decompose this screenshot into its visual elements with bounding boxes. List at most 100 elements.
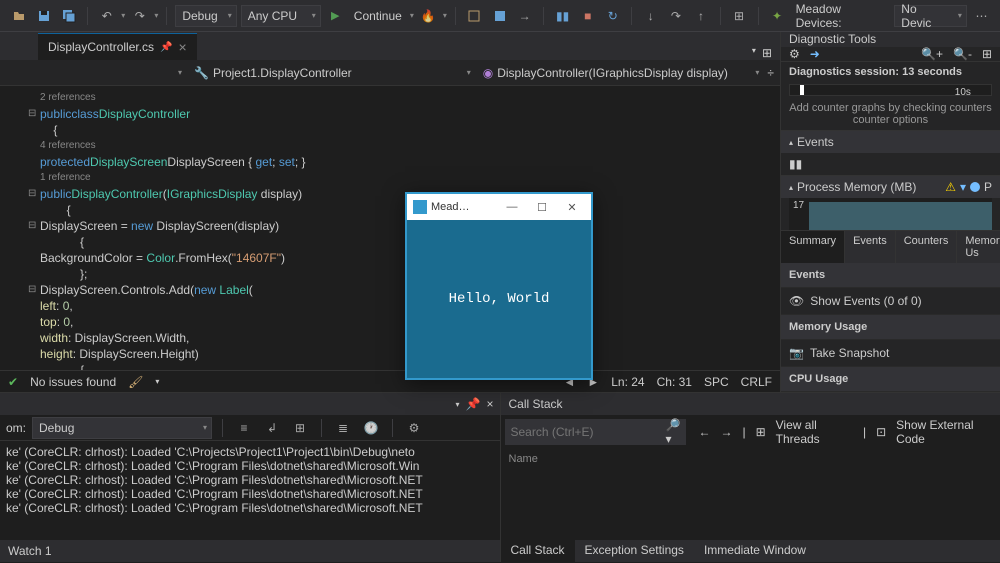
tab-callstack[interactable]: Call Stack: [501, 540, 575, 562]
step-out-icon[interactable]: ↑: [690, 5, 711, 27]
clear-icon[interactable]: ≡: [233, 417, 255, 439]
char-indicator[interactable]: Ch: 31: [657, 375, 692, 389]
save-all-icon[interactable]: [58, 5, 79, 27]
take-snapshot-link[interactable]: 📷Take Snapshot: [781, 340, 1000, 367]
pause-icon[interactable]: ▮▮: [552, 5, 573, 27]
tab-events[interactable]: Events: [845, 231, 896, 263]
session-label: Diagnostics session: 13 seconds: [781, 62, 1000, 82]
nav-member[interactable]: ◉ DisplayController(IGraphicsDisplay dis…: [479, 64, 764, 82]
nav-project[interactable]: [6, 66, 186, 79]
memory-section: Memory Usage: [781, 315, 1000, 340]
eol-indicator[interactable]: CRLF: [741, 375, 772, 389]
line-indicator[interactable]: Ln: 24: [611, 375, 644, 389]
column-name[interactable]: Name: [501, 449, 1000, 469]
tab-counters[interactable]: Counters: [896, 231, 958, 263]
continue-label[interactable]: Continue: [354, 9, 402, 23]
search-input[interactable]: [511, 425, 666, 439]
issues-label[interactable]: No issues found: [30, 375, 116, 389]
maximize-icon[interactable]: ☐: [529, 194, 555, 220]
threads-icon[interactable]: ⊞: [756, 425, 766, 439]
tab-memory[interactable]: Memory Us: [957, 231, 1000, 263]
forward-icon[interactable]: →: [720, 425, 732, 439]
hot-reload-icon[interactable]: 🔥: [418, 5, 439, 27]
restart-icon[interactable]: ↻: [602, 5, 623, 27]
stop-icon[interactable]: ■: [577, 5, 598, 27]
wrap-icon[interactable]: ↲: [261, 417, 283, 439]
app-icon: [413, 200, 427, 214]
tab-summary[interactable]: Summary: [781, 231, 845, 263]
step-into-icon[interactable]: ↓: [640, 5, 661, 27]
tab-filename: DisplayController.cs: [48, 40, 154, 54]
close-icon[interactable]: ×: [486, 397, 493, 411]
step-over-icon[interactable]: ↷: [665, 5, 686, 27]
events-header[interactable]: Events: [781, 131, 1000, 153]
code-editor[interactable]: 2 references ⊟ public class DisplayContr…: [0, 86, 780, 370]
tool-icon[interactable]: ≣: [332, 417, 354, 439]
indent-indicator[interactable]: SPC: [704, 375, 729, 389]
pause-icon[interactable]: ▮▮: [789, 157, 802, 171]
tab-exception[interactable]: Exception Settings: [575, 540, 694, 562]
external-icon[interactable]: ⊡: [876, 425, 886, 439]
gear-icon[interactable]: ⚙: [403, 417, 425, 439]
app-title: Mead…: [431, 201, 495, 213]
show-events-link[interactable]: 👁Show Events (0 of 0): [781, 288, 1000, 315]
from-label: om:: [6, 421, 26, 435]
tool-icon-3[interactable]: ⊞: [728, 5, 749, 27]
callstack-title: Call Stack: [501, 393, 1000, 415]
close-icon[interactable]: ×: [179, 39, 187, 55]
threads-label[interactable]: View all Threads: [776, 418, 853, 446]
external-label[interactable]: Show External Code: [896, 418, 992, 446]
zoom-in-icon[interactable]: 🔍+: [921, 47, 943, 61]
continue-button[interactable]: ▶: [325, 5, 346, 27]
clock-icon[interactable]: 🕐: [360, 417, 382, 439]
output-source-dropdown[interactable]: Debug: [32, 417, 212, 439]
nav-class[interactable]: 🔧 Project1.DisplayController: [190, 64, 475, 82]
output-panel: ▾ 📌 × om: Debug ≡ ↲ ⊞ ≣ 🕐 ⚙ ke' (CoreCLR…: [0, 393, 501, 562]
more-icon[interactable]: ⋯: [971, 5, 992, 27]
open-icon[interactable]: [8, 5, 29, 27]
split-icon[interactable]: ÷: [767, 66, 774, 80]
tab-immediate[interactable]: Immediate Window: [694, 540, 816, 562]
tool-icon-1[interactable]: [464, 5, 485, 27]
callstack-panel: Call Stack 🔎▾ ← → | ⊞ View all Threads |…: [501, 393, 1000, 562]
file-tab[interactable]: DisplayController.cs 📌 ×: [38, 33, 197, 60]
memory-header[interactable]: Process Memory (MB) ⚠ ▾ P: [781, 176, 1000, 198]
reset-zoom-icon[interactable]: ⊞: [982, 47, 992, 61]
brush-icon[interactable]: 🖌: [128, 375, 143, 389]
search-icon[interactable]: 🔎▾: [666, 418, 681, 446]
undo-icon[interactable]: ↶: [96, 5, 117, 27]
output-text[interactable]: ke' (CoreCLR: clrhost): Loaded 'C:\Proje…: [0, 441, 500, 540]
meadow-label: Meadow Devices:: [796, 2, 887, 30]
back-icon[interactable]: ←: [698, 425, 710, 439]
window-split-icon[interactable]: ⊞: [762, 46, 772, 60]
panel-dropdown-icon[interactable]: ▾: [456, 400, 460, 409]
platform-dropdown[interactable]: Any CPU: [241, 5, 321, 27]
step-icon[interactable]: →: [514, 5, 535, 27]
tool-icon-2[interactable]: [489, 5, 510, 27]
tool-icon[interactable]: ⊞: [289, 417, 311, 439]
meadow-icon: ✦: [766, 5, 787, 27]
pin-icon[interactable]: 📌: [466, 397, 481, 411]
close-icon[interactable]: ✕: [559, 194, 585, 220]
nav-bar: 🔧 Project1.DisplayController ◉ DisplayCo…: [0, 60, 780, 86]
save-icon[interactable]: [33, 5, 54, 27]
zoom-out-icon[interactable]: 🔍-: [953, 47, 972, 61]
watch-tab[interactable]: Watch 1: [0, 540, 500, 562]
arrow-right-icon[interactable]: ➜: [810, 47, 820, 61]
diag-title: Diagnostic Tools: [781, 32, 1000, 47]
config-dropdown[interactable]: Debug: [175, 5, 236, 27]
redo-icon[interactable]: ↷: [129, 5, 150, 27]
memory-chart[interactable]: 17: [789, 198, 992, 230]
events-section: Events: [781, 263, 1000, 288]
minimize-icon[interactable]: —: [499, 194, 525, 220]
callstack-search[interactable]: 🔎▾: [505, 419, 687, 445]
hint-text: Add counter graphs by checking counters …: [781, 98, 1000, 130]
tab-dropdown-icon[interactable]: ▾: [752, 46, 756, 60]
meadow-dropdown[interactable]: No Devic: [894, 5, 967, 27]
pin-icon[interactable]: 📌: [160, 42, 172, 53]
app-titlebar[interactable]: Mead… — ☐ ✕: [407, 194, 591, 220]
timeline[interactable]: 10s: [789, 84, 992, 96]
check-icon: ✔: [8, 375, 18, 389]
debug-app-window[interactable]: Mead… — ☐ ✕ Hello, World: [405, 192, 593, 380]
gear-icon[interactable]: ⚙: [789, 47, 800, 61]
